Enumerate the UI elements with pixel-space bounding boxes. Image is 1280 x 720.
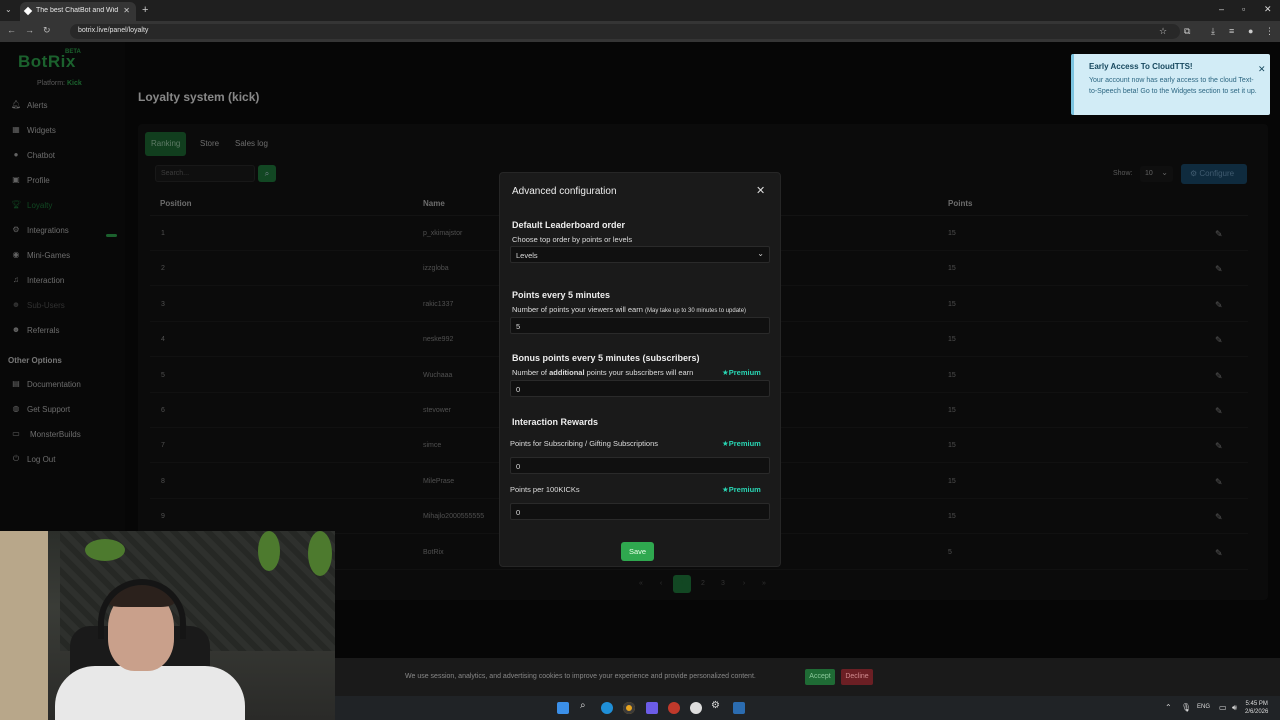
points-interval-text: Number of points your viewers will earn — [512, 305, 643, 314]
subscription-points-label: Points for Subscribing / Gifting Subscri… — [510, 439, 658, 448]
star-icon: ★ — [722, 485, 729, 494]
tray-chevron-icon[interactable]: ⌃ — [1165, 703, 1172, 712]
bookmark-star-icon[interactable]: ☆ — [1159, 26, 1167, 37]
browser-tab-title: The best ChatBot and Widgets — [36, 7, 118, 14]
bonus-text-pre: Number of — [512, 368, 548, 377]
language-indicator[interactable]: ENG — [1197, 704, 1210, 710]
extensions-icon[interactable]: ⧉ — [1184, 26, 1190, 37]
bonus-text-post: points your subscribers will earn — [586, 368, 694, 377]
cookie-text: We use session, analytics, and advertisi… — [405, 673, 756, 680]
cookie-consent-bar: We use session, analytics, and advertisi… — [335, 658, 1280, 696]
webcam-overlay — [0, 531, 335, 720]
address-bar: ← → ↻ botrix.live/panel/loyalty ☆ ⧉ ⤓ ≡ … — [0, 21, 1280, 42]
star-icon: ★ — [722, 439, 729, 448]
toast-title: Early Access To CloudTTS! — [1089, 62, 1193, 71]
bonus-points-value: 0 — [516, 385, 521, 394]
microphone-icon[interactable]: 🎙︎ — [1181, 703, 1191, 712]
botrix-favicon-icon — [23, 6, 33, 16]
star-icon: ★ — [722, 368, 729, 377]
leaderboard-order-select[interactable]: Levels ⌄ — [510, 246, 770, 263]
subscription-points-input[interactable]: 0 — [510, 457, 770, 474]
points-interval-description: Number of points your viewers will earn … — [512, 305, 746, 314]
browser-tab[interactable]: The best ChatBot and Widgets ✕ — [20, 2, 136, 21]
toast-body: Your account now has early access to the… — [1089, 77, 1257, 95]
settings-icon[interactable]: ⚙ — [711, 700, 723, 712]
kicks-points-label: Points per 100KICKs — [510, 485, 580, 494]
forward-icon[interactable]: → — [25, 25, 34, 35]
close-icon[interactable]: ✕ — [756, 184, 765, 197]
explorer-icon[interactable] — [733, 702, 745, 714]
webcam-plant — [258, 531, 280, 571]
leaderboard-order-description: Choose top order by points or levels — [512, 235, 633, 244]
start-icon[interactable] — [557, 702, 569, 714]
points-interval-note: (May take up to 30 minutes to update) — [644, 308, 747, 314]
url-field[interactable]: botrix.live/panel/loyalty — [70, 24, 1180, 39]
clock-date: 2/6/2026 — [1245, 709, 1269, 715]
leaderboard-order-value: Levels — [516, 251, 538, 260]
app-icon[interactable] — [668, 702, 680, 714]
premium-label: Premium — [728, 485, 761, 494]
tab-menu-icon[interactable]: ⌄ — [5, 5, 12, 14]
search-icon[interactable]: ⌕ — [580, 700, 592, 712]
bonus-points-heading: Bonus points every 5 minutes (subscriber… — [512, 353, 700, 363]
early-access-toast: Early Access To CloudTTS! Your account n… — [1071, 54, 1270, 115]
media-icon[interactable]: ≡ — [1229, 26, 1234, 36]
new-tab-icon[interactable]: + — [142, 4, 148, 16]
back-icon[interactable]: ← — [7, 25, 16, 35]
points-interval-input[interactable]: 5 — [510, 317, 770, 334]
chevron-down-icon: ⌄ — [757, 249, 764, 258]
premium-badge: ★Premium — [722, 439, 761, 448]
premium-label: Premium — [728, 439, 761, 448]
bonus-points-description: Number of additional points your subscri… — [512, 368, 693, 377]
kicks-points-value: 0 — [516, 508, 521, 517]
premium-badge: ★Premium — [722, 368, 761, 377]
subscription-points-value: 0 — [516, 462, 521, 471]
discord-icon[interactable] — [646, 702, 658, 714]
points-interval-heading: Points every 5 minutes — [512, 290, 611, 300]
premium-label: Premium — [728, 368, 761, 377]
url-text: botrix.live/panel/loyalty — [78, 27, 149, 34]
webcam-plant — [85, 539, 125, 561]
window-close-icon[interactable]: ✕ — [1264, 4, 1272, 15]
windows-taskbar: ⌕ ⚙ ⌃ 🎙︎ ENG ▭ 🔊︎ 5:45 PM 2/6/2026 — [335, 696, 1280, 720]
minimize-icon[interactable]: – — [1219, 4, 1224, 14]
edge-icon[interactable] — [601, 702, 613, 714]
obs-icon[interactable] — [690, 702, 702, 714]
save-button[interactable]: Save — [621, 542, 654, 561]
bonus-points-input[interactable]: 0 — [510, 380, 770, 397]
advanced-configuration-modal: Advanced configuration ✕ Default Leaderb… — [499, 172, 781, 567]
toast-close-icon[interactable]: ✕ — [1258, 64, 1266, 75]
decline-cookies-button[interactable]: Decline — [841, 669, 873, 685]
clock-time: 5:45 PM — [1245, 701, 1268, 707]
network-icon[interactable]: ▭ — [1219, 703, 1227, 712]
leaderboard-order-heading: Default Leaderboard order — [512, 220, 626, 230]
browser-tab-bar: ⌄ The best ChatBot and Widgets ✕ + – ▫ ✕ — [0, 0, 1280, 21]
kicks-points-input[interactable]: 0 — [510, 503, 770, 520]
profile-avatar-icon[interactable]: ● — [1248, 26, 1253, 36]
reload-icon[interactable]: ↻ — [43, 25, 51, 36]
modal-title: Advanced configuration — [512, 186, 617, 197]
webcam-person-shirt — [55, 666, 245, 720]
maximize-icon[interactable]: ▫ — [1242, 4, 1245, 14]
clock[interactable]: 5:45 PM 2/6/2026 — [1245, 700, 1268, 716]
points-interval-value: 5 — [516, 322, 521, 331]
accept-cookies-button[interactable]: Accept — [805, 669, 835, 685]
tab-close-icon[interactable]: ✕ — [123, 6, 130, 15]
interaction-rewards-heading: Interaction Rewards — [512, 417, 599, 427]
chrome-icon[interactable] — [623, 702, 635, 714]
volume-icon[interactable]: 🔊︎ — [1232, 703, 1237, 713]
browser-menu-icon[interactable]: ⋮ — [1265, 26, 1274, 37]
webcam-plant — [308, 531, 332, 576]
premium-badge: ★Premium — [722, 485, 761, 494]
download-icon[interactable]: ⤓ — [1211, 26, 1215, 37]
webcam-door — [0, 531, 48, 720]
bonus-text-bold: additional — [549, 368, 585, 377]
